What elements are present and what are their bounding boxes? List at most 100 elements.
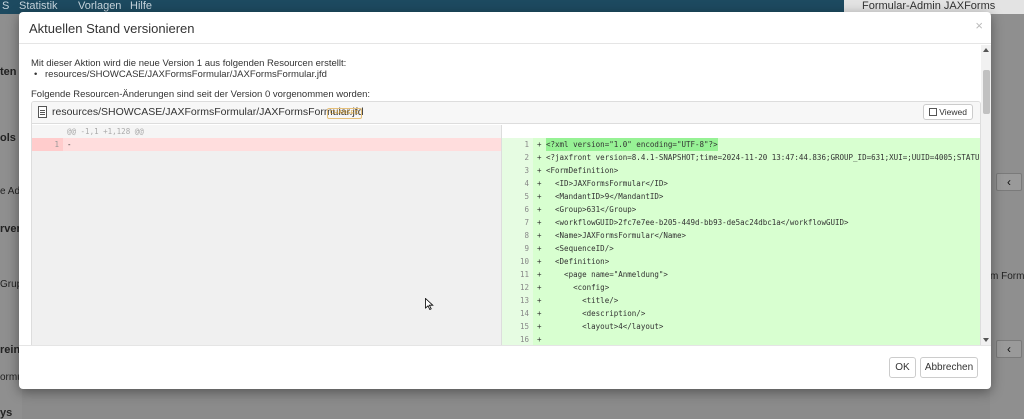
inserted-code: <workflowGUID>2fc7e7ee-b205-449d-bb93-de… [546, 218, 849, 227]
insert-marker: + [537, 192, 542, 201]
deleted-code: - [67, 140, 72, 149]
info-text: Mit dieser Aktion wird die neue Version … [31, 58, 347, 69]
dialog-body: Mit dieser Aktion wird die neue Version … [19, 45, 991, 345]
inserted-code: <title/> [546, 296, 619, 305]
line-number: 11 [502, 268, 533, 281]
inserted-code: <config> [546, 283, 610, 292]
inserted-row: 16 + [502, 333, 980, 345]
bg-fragment: rein [0, 344, 21, 356]
line-number: 9 [502, 242, 533, 255]
inserted-row: 14 + <description/> [502, 307, 980, 320]
inserted-code: <layout>4</layout> [546, 322, 664, 331]
line-number: 14 [502, 307, 533, 320]
background-right-panel: ‹ m Formu ‹ [990, 14, 1024, 419]
chevron-left-icon[interactable]: ‹ [996, 340, 1022, 358]
insert-marker: + [537, 166, 542, 175]
line-number: 5 [502, 190, 533, 203]
insert-marker: + [537, 309, 542, 318]
dialog-scrollbar[interactable] [981, 45, 991, 345]
inserted-code: <ID>JAXFormsFormular</ID> [546, 179, 668, 188]
line-number: 1 [502, 138, 533, 151]
inserted-row: 8 + <Name>JAXFormsFormular</Name> [502, 229, 980, 242]
insert-marker: + [537, 335, 542, 344]
inserted-row: 1 + <?xml version="1.0" encoding="UTF-8"?> [502, 138, 980, 151]
line-number: 13 [502, 294, 533, 307]
line-number: 15 [502, 320, 533, 333]
bg-fragment: m Formu [990, 271, 1024, 282]
changed-badge: CHANGED [327, 108, 362, 119]
nav-vorlagen[interactable]: Vorlagen [78, 0, 121, 12]
inserted-code: <?xml version="1.0" encoding="UTF-8"?> [546, 138, 718, 151]
scrollbar-thumb[interactable] [983, 70, 990, 114]
close-icon[interactable]: × [975, 18, 983, 33]
diff-view: @@ -1,1 +1,128 @@ 1 - 1 + <?xml version=… [32, 125, 980, 345]
hunk-header: @@ -1,1 +1,128 @@ [67, 127, 144, 136]
dialog-title: Aktuellen Stand versionieren [29, 21, 195, 36]
inserted-row: 9 + <SequenceID/> [502, 242, 980, 255]
line-number: 2 [502, 151, 533, 164]
inserted-row: 10 + <Definition> [502, 255, 980, 268]
bg-fragment: ols [0, 132, 16, 144]
viewed-toggle[interactable]: Viewed [923, 104, 973, 120]
inserted-code: <?jaxfront version=8.4.1-SNAPSHOT;time=2… [546, 153, 980, 162]
hunk-header-row [502, 125, 980, 138]
inserted-row: 5 + <MandantID>9</MandantID> [502, 190, 980, 203]
chevron-left-icon[interactable]: ‹ [996, 173, 1022, 191]
insert-marker: + [537, 322, 542, 331]
version-dialog: Aktuellen Stand versionieren × Mit diese… [19, 12, 991, 389]
empty-region [64, 151, 501, 345]
insert-marker: + [537, 205, 542, 214]
line-number [502, 125, 533, 138]
mouse-cursor-icon [425, 298, 434, 310]
diff-right-pane: 1 + <?xml version="1.0" encoding="UTF-8"?>… [501, 125, 980, 345]
insert-marker: + [537, 218, 542, 227]
diff-left-pane: @@ -1,1 +1,128 @@ 1 - [32, 125, 501, 345]
deleted-row: 1 - [32, 138, 501, 151]
inserted-code: <Name>JAXFormsFormular</Name> [546, 231, 686, 240]
line-number: 12 [502, 281, 533, 294]
inserted-row: 4 + <ID>JAXFormsFormular</ID> [502, 177, 980, 190]
insert-marker: + [537, 231, 542, 240]
user-name: Formular-Admin JAXForms [862, 0, 996, 12]
file-name: resources/SHOWCASE/JAXFormsFormular/JAXF… [52, 106, 364, 118]
file-icon [38, 106, 47, 118]
line-number: 8 [502, 229, 533, 242]
insert-marker: + [537, 244, 542, 253]
insert-marker: + [537, 283, 542, 292]
hunk-header-row: @@ -1,1 +1,128 @@ [32, 125, 501, 138]
changes-label: Folgende Resourcen-Änderungen sind seit … [31, 89, 371, 100]
checkbox-icon[interactable] [929, 108, 938, 116]
inserted-row: 15 + <layout>4</layout> [502, 320, 980, 333]
inserted-row: 7 + <workflowGUID>2fc7e7ee-b205-449d-bb93… [502, 216, 980, 229]
dialog-header: Aktuellen Stand versionieren × [19, 12, 991, 44]
scroll-down-icon[interactable] [983, 338, 989, 342]
inserted-code: <Definition> [546, 257, 610, 266]
inserted-row: 11 + <page name="Anmeldung"> [502, 268, 980, 281]
dialog-footer: OK Abbrechen [19, 345, 991, 389]
insert-marker: + [537, 257, 542, 266]
inserted-row: 13 + <title/> [502, 294, 980, 307]
nav-statistik[interactable]: Statistik [19, 0, 58, 12]
insert-marker: + [537, 179, 542, 188]
insert-marker: + [537, 296, 542, 305]
inserted-code: <page name="Anmeldung"> [546, 270, 668, 279]
line-number: 7 [502, 216, 533, 229]
line-number: 4 [502, 177, 533, 190]
inserted-code: <SequenceID/> [546, 244, 614, 253]
bg-fragment: ys [0, 407, 13, 419]
insert-marker: + [537, 140, 542, 149]
scroll-up-icon[interactable] [983, 48, 989, 52]
bg-fragment: rver [0, 223, 21, 235]
line-number [32, 125, 63, 138]
empty-gutter [32, 151, 64, 345]
cancel-button[interactable]: Abbrechen [920, 357, 978, 378]
ok-button[interactable]: OK [889, 357, 916, 378]
line-number: 10 [502, 255, 533, 268]
file-diff-header: resources/SHOWCASE/JAXFormsFormular/JAXF… [32, 102, 980, 124]
resource-list-item: resources/SHOWCASE/JAXFormsFormular/JAXF… [34, 69, 327, 80]
line-number: 16 [502, 333, 533, 345]
inserted-row: 2 + <?jaxfront version=8.4.1-SNAPSHOT;time… [502, 151, 980, 164]
nav-hilfe[interactable]: Hilfe [130, 0, 152, 12]
inserted-code: <description/> [546, 309, 646, 318]
nav-fragment: S [2, 0, 10, 12]
